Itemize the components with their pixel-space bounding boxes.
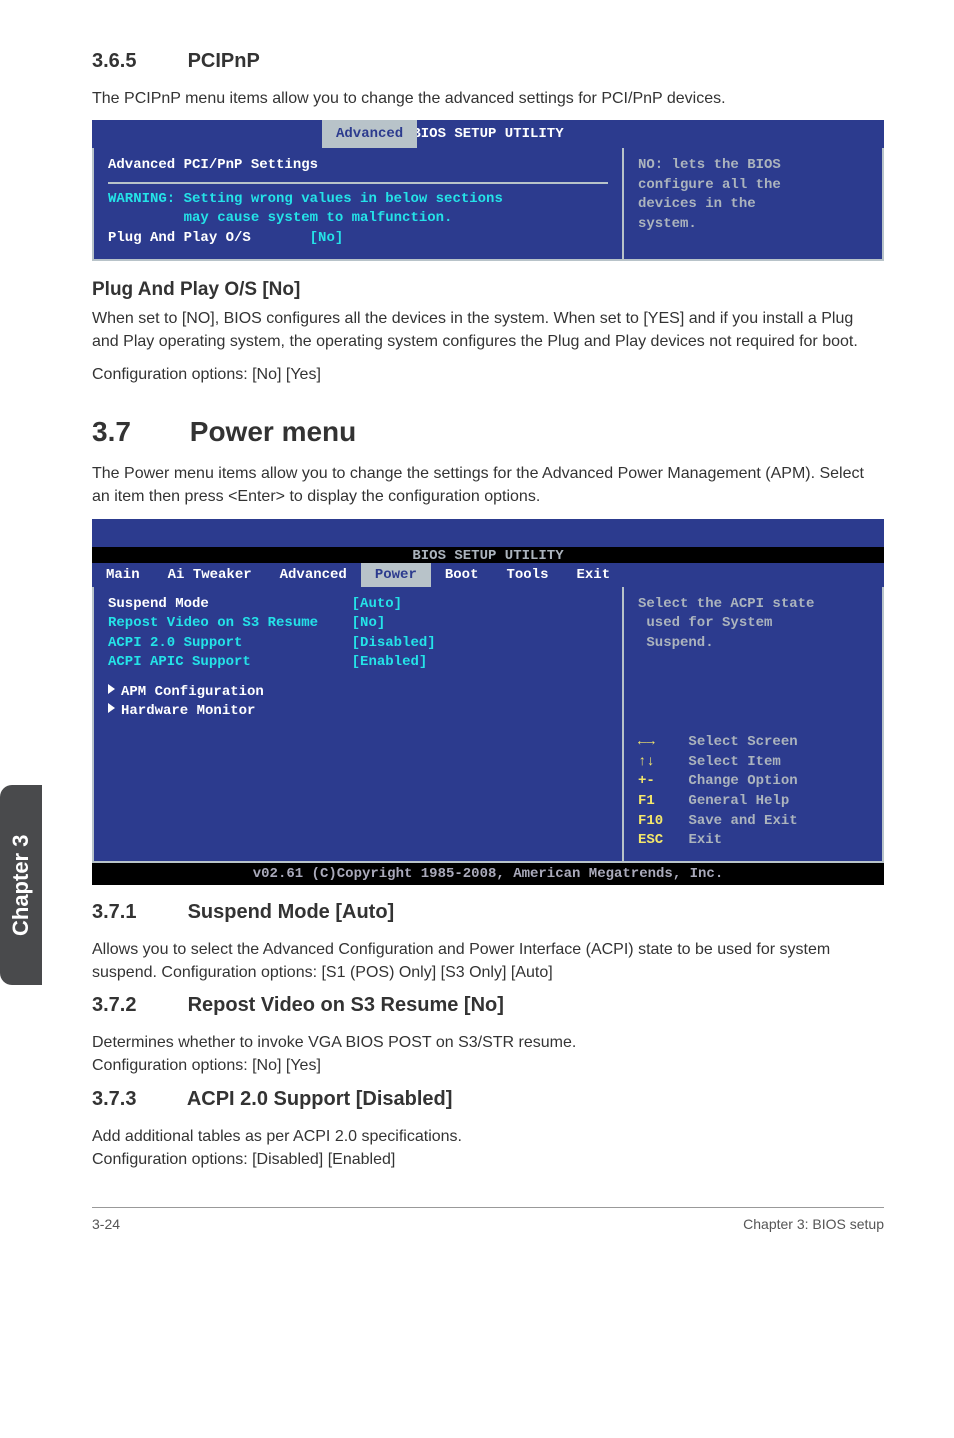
bios2-help3: Suspend. xyxy=(638,634,868,654)
section-372-num: 3.7.2 xyxy=(92,994,182,1017)
bios2-row-2: ACPI 2.0 Support [Disabled] xyxy=(108,634,608,654)
bios2-sub2-label: Hardware Monitor xyxy=(121,703,255,719)
pap-heading: Plug And Play O/S [No] xyxy=(92,279,884,301)
footer-right: Chapter 3: BIOS setup xyxy=(743,1216,884,1232)
legend-val-2: Change Option xyxy=(688,773,797,789)
section-37-title: Power menu xyxy=(190,416,356,447)
bios1-item-val: [No] xyxy=(310,230,344,246)
bios-screenshot-power: BIOS SETUP UTILITY Main Ai Tweaker Advan… xyxy=(92,519,884,885)
bios1-help3: devices in the xyxy=(638,195,868,215)
bios2-row2-val: [Disabled] xyxy=(352,635,436,651)
bios2-legend-5: ESC Exit xyxy=(638,831,868,851)
bios2-tab-power: Power xyxy=(361,563,431,587)
bios2-row0-label: Suspend Mode xyxy=(108,596,209,612)
triangle-icon xyxy=(108,684,115,694)
bios-screenshot-pcipnp: BIOS SETUP UTILITY Advanced Advanced PCI… xyxy=(92,120,884,260)
section-371-heading: 3.7.1 Suspend Mode [Auto] xyxy=(92,901,884,924)
bios2-legend-2: +- Change Option xyxy=(638,772,868,792)
bios2-row2-label: ACPI 2.0 Support xyxy=(108,635,242,651)
bios2-tab-main: Main xyxy=(92,567,154,583)
legend-key-plusminus: +- xyxy=(638,773,655,789)
bios2-help1: Select the ACPI state xyxy=(638,595,868,615)
legend-val-3: General Help xyxy=(688,793,789,809)
bios2-legend-3: F1 General Help xyxy=(638,792,868,812)
bios2-row1-val: [No] xyxy=(352,615,386,631)
bios2-sub2: Hardware Monitor xyxy=(108,702,608,722)
bios2-legend-1: ↑↓ Select Item xyxy=(638,753,868,773)
bios2-sub1: APM Configuration xyxy=(108,683,608,703)
bios2-copyright: v02.61 (C)Copyright 1985-2008, American … xyxy=(92,863,884,885)
bios2-sub1-label: APM Configuration xyxy=(121,684,264,700)
section-373-title: ACPI 2.0 Support [Disabled] xyxy=(187,1088,453,1110)
legend-key-f1: F1 xyxy=(638,793,655,809)
bios2-row0-val: [Auto] xyxy=(352,596,402,612)
bios1-warn1: WARNING: Setting wrong values in below s… xyxy=(108,190,608,210)
section-373-p2: Configuration options: [Disabled] [Enabl… xyxy=(92,1148,884,1171)
bios1-heading: Advanced PCI/PnP Settings xyxy=(108,156,608,176)
section-37-num: 3.7 xyxy=(92,416,182,448)
bios1-help2: configure all the xyxy=(638,176,868,196)
section-371-p: Allows you to select the Advanced Config… xyxy=(92,938,884,984)
bios2-tab-boot: Boot xyxy=(431,567,493,583)
bios1-help1: NO: lets the BIOS xyxy=(638,156,868,176)
bios1-help4: system. xyxy=(638,215,868,235)
pap-p2: Configuration options: [No] [Yes] xyxy=(92,363,884,386)
section-371-title: Suspend Mode [Auto] xyxy=(188,901,395,923)
section-365-intro: The PCIPnP menu items allow you to chang… xyxy=(92,87,884,110)
page-footer: 3-24 Chapter 3: BIOS setup xyxy=(92,1207,884,1232)
bios1-tab-advanced: Advanced xyxy=(322,120,417,148)
section-365-num: 3.6.5 xyxy=(92,50,182,73)
section-373-num: 3.7.3 xyxy=(92,1088,182,1111)
bios1-item-label: Plug And Play O/S xyxy=(108,230,251,246)
bios2-row3-val: [Enabled] xyxy=(352,654,428,670)
bios2-util-title: BIOS SETUP UTILITY xyxy=(412,548,563,564)
section-365-heading: 3.6.5 PCIPnP xyxy=(92,50,884,73)
bios2-row1-label: Repost Video on S3 Resume xyxy=(108,615,318,631)
section-373-p1: Add additional tables as per ACPI 2.0 sp… xyxy=(92,1125,884,1148)
bios1-util-title: BIOS SETUP UTILITY xyxy=(92,120,884,148)
bios1-item-row: Plug And Play O/S [No] xyxy=(108,229,608,249)
bios1-warn2: may cause system to malfunction. xyxy=(108,209,608,229)
triangle-icon xyxy=(108,703,115,713)
section-372-p1: Determines whether to invoke VGA BIOS PO… xyxy=(92,1031,884,1054)
legend-key-f10: F10 xyxy=(638,813,663,829)
section-37-heading: 3.7 Power menu xyxy=(92,416,884,448)
bios2-row3-label: ACPI APIC Support xyxy=(108,654,251,670)
section-372-heading: 3.7.2 Repost Video on S3 Resume [No] xyxy=(92,994,884,1017)
section-372-title: Repost Video on S3 Resume [No] xyxy=(188,994,504,1016)
legend-key-updown: ↑↓ xyxy=(638,754,655,770)
legend-val-0: Select Screen xyxy=(688,734,797,750)
bios2-row-1: Repost Video on S3 Resume [No] xyxy=(108,614,608,634)
bios2-tab-advanced: Advanced xyxy=(266,567,361,583)
bios2-legend-0: ←→ Select Screen xyxy=(638,733,868,753)
footer-left: 3-24 xyxy=(92,1216,120,1232)
bios2-help2: used for System xyxy=(638,614,868,634)
legend-key-arrows: ←→ xyxy=(638,734,655,750)
bios2-row-3: ACPI APIC Support [Enabled] xyxy=(108,653,608,673)
pap-p1: When set to [NO], BIOS configures all th… xyxy=(92,307,884,353)
legend-val-5: Exit xyxy=(688,832,722,848)
section-37-intro: The Power menu items allow you to change… xyxy=(92,462,884,508)
section-373-heading: 3.7.3 ACPI 2.0 Support [Disabled] xyxy=(92,1088,884,1111)
legend-key-esc: ESC xyxy=(638,832,663,848)
section-372-p2: Configuration options: [No] [Yes] xyxy=(92,1054,884,1077)
section-371-num: 3.7.1 xyxy=(92,901,182,924)
legend-val-4: Save and Exit xyxy=(688,813,797,829)
bios2-tab-aitweaker: Ai Tweaker xyxy=(154,567,266,583)
bios2-tab-exit: Exit xyxy=(562,567,624,583)
bios2-legend-4: F10 Save and Exit xyxy=(638,812,868,832)
bios2-row-0: Suspend Mode [Auto] xyxy=(108,595,608,615)
section-365-title: PCIPnP xyxy=(188,50,260,72)
legend-val-1: Select Item xyxy=(688,754,780,770)
bios2-tab-tools: Tools xyxy=(492,567,562,583)
